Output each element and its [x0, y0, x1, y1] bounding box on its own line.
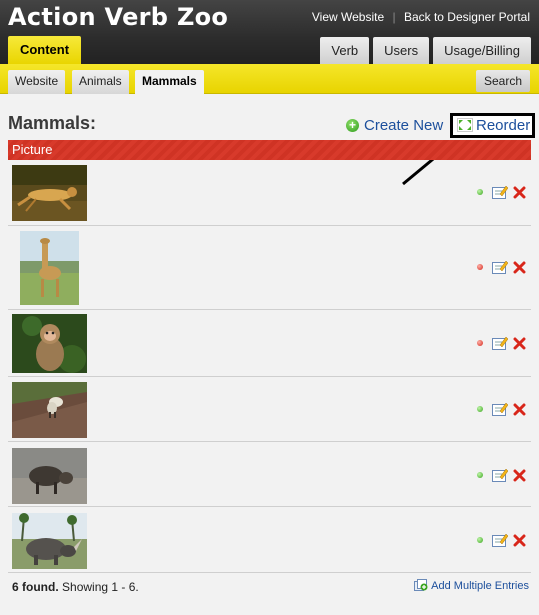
tab-usage-billing[interactable]: Usage/Billing — [433, 37, 531, 64]
showing-range: Showing 1 - 6. — [62, 580, 139, 594]
warthog-thumbnail[interactable] — [12, 448, 87, 504]
delete-icon[interactable] — [513, 337, 526, 350]
app-title: Action Verb Zoo — [8, 3, 229, 31]
row-actions — [477, 336, 526, 350]
row-actions — [477, 402, 526, 416]
table-row — [8, 310, 531, 377]
delete-icon[interactable] — [513, 186, 526, 199]
monkey-thumbnail[interactable] — [12, 314, 87, 373]
main-tabs-right: Verb Users Usage/Billing — [320, 37, 531, 64]
subtab-website[interactable]: Website — [8, 70, 66, 94]
giraffe-thumbnail[interactable] — [12, 231, 87, 305]
results-count: 6 found. Showing 1 - 6. — [12, 580, 139, 594]
reorder-label: Reorder — [476, 117, 531, 134]
status-dot-red-icon — [477, 340, 483, 346]
sub-nav: Website Animals Mammals Search — [0, 64, 539, 95]
tab-content[interactable]: Content — [8, 36, 81, 64]
row-actions — [477, 468, 526, 482]
edit-icon[interactable] — [492, 533, 508, 547]
edit-icon[interactable] — [492, 468, 508, 482]
subtab-animals[interactable]: Animals — [72, 70, 129, 94]
delete-icon[interactable] — [513, 261, 526, 274]
subtab-mammals[interactable]: Mammals — [135, 70, 204, 95]
row-actions — [477, 185, 526, 199]
add-multiple-entries-link[interactable]: Add Multiple Entries — [414, 579, 529, 592]
cheetah-thumbnail[interactable] — [12, 165, 87, 221]
view-website-link[interactable]: View Website — [312, 10, 384, 24]
table-row — [8, 377, 531, 442]
rhino-thumbnail[interactable] — [12, 513, 87, 569]
page-title: Mammals: — [8, 113, 97, 133]
row-actions — [477, 533, 526, 547]
edit-icon[interactable] — [492, 185, 508, 199]
table-row — [8, 226, 531, 310]
top-links-separator: | — [392, 10, 396, 24]
add-icon: + — [346, 119, 359, 132]
table-row — [8, 507, 531, 573]
table-row — [8, 442, 531, 507]
delete-icon[interactable] — [513, 403, 526, 416]
delete-icon[interactable] — [513, 534, 526, 547]
status-dot-red-icon — [477, 264, 483, 270]
table-header-picture: Picture — [8, 140, 531, 160]
table-row — [8, 160, 531, 226]
app-header: Action Verb Zoo View Website | Back to D… — [0, 0, 539, 64]
back-to-designer-portal-link[interactable]: Back to Designer Portal — [404, 10, 530, 24]
status-dot-green-icon — [477, 406, 483, 412]
status-dot-green-icon — [477, 537, 483, 543]
delete-icon[interactable] — [513, 469, 526, 482]
hyena-thumbnail[interactable] — [12, 382, 87, 438]
search-button[interactable]: Search — [476, 70, 530, 92]
tab-users[interactable]: Users — [373, 37, 430, 64]
tab-verb[interactable]: Verb — [320, 37, 370, 64]
found-count: 6 found. — [12, 580, 59, 594]
create-new-link[interactable]: + Create New — [346, 117, 443, 134]
reorder-icon — [457, 118, 473, 132]
edit-icon[interactable] — [492, 402, 508, 416]
status-dot-green-icon — [477, 472, 483, 478]
status-dot-green-icon — [477, 189, 483, 195]
reorder-button[interactable]: Reorder — [450, 113, 535, 138]
add-multiple-label: Add Multiple Entries — [431, 580, 529, 592]
edit-icon[interactable] — [492, 260, 508, 274]
create-new-label: Create New — [364, 117, 444, 134]
edit-icon[interactable] — [492, 336, 508, 350]
row-actions — [477, 260, 526, 274]
top-links: View Website | Back to Designer Portal — [312, 10, 530, 24]
add-multiple-icon — [414, 579, 428, 591]
